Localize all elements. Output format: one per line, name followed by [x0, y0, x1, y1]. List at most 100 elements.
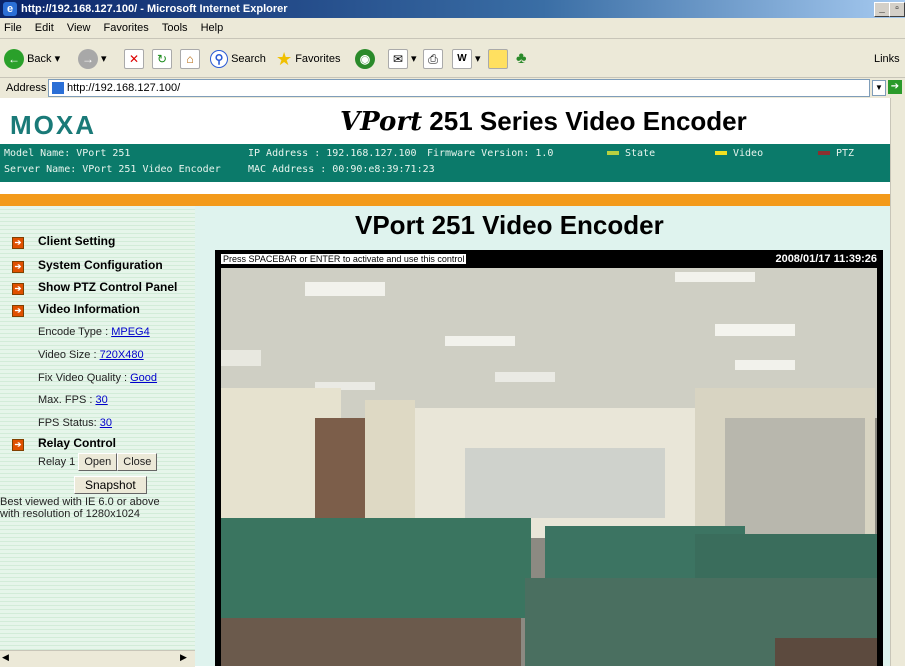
relay-close-button[interactable]: Close	[117, 453, 158, 471]
back-button[interactable]: ← Back ▾	[4, 47, 60, 71]
info-label: Encode Type :	[38, 326, 112, 338]
address-label: Address	[6, 82, 47, 94]
search-button[interactable]: ⚲ Search	[210, 47, 266, 71]
snapshot-button[interactable]: Snapshot	[74, 476, 147, 494]
device-info-bar: Model Name: VPort 251 Server Name: VPort…	[0, 144, 890, 182]
page-content: MOXA VPort 251 Series Video Encoder Mode…	[0, 98, 890, 666]
nav-video-information[interactable]: ➔ Video Information	[12, 302, 140, 317]
menu-view[interactable]: View	[67, 22, 91, 34]
arrow-icon: ➔	[12, 439, 24, 451]
fix-quality-link[interactable]: Good	[130, 372, 157, 384]
spacer	[0, 182, 890, 194]
menu-edit[interactable]: Edit	[35, 22, 54, 34]
info-label: Fix Video Quality :	[38, 372, 131, 384]
favorites-button[interactable]: ★ Favorites	[276, 47, 340, 71]
menu-tools[interactable]: Tools	[162, 22, 188, 34]
media-icon: ◉	[355, 49, 375, 70]
firmware-version: Firmware Version: 1.0	[427, 148, 554, 159]
server-name: Server Name: VPort 251 Video Encoder	[4, 164, 221, 175]
max-fps-link[interactable]: 30	[95, 394, 107, 406]
mac-address: MAC Address : 00:90:e8:39:71:23	[248, 164, 435, 175]
back-arrow-icon: ←	[4, 49, 24, 70]
edit-button[interactable]: W ▾	[452, 47, 481, 71]
fix-video-quality: Fix Video Quality : Good	[38, 372, 157, 384]
menu-help[interactable]: Help	[201, 22, 224, 34]
nav-label: Video Information	[38, 302, 140, 316]
menu-favorites[interactable]: Favorites	[104, 22, 149, 34]
vport-brand: VPort	[340, 107, 423, 137]
main-panel: VPort 251 Video Encoder Press SPACEBAR o…	[195, 206, 890, 666]
state-indicator: State	[607, 148, 655, 159]
nav-label: Client Setting	[38, 234, 116, 248]
refresh-button[interactable]: ↻	[152, 47, 172, 71]
sidebar: ➔ Client Setting ➔ System Configuration ➔ S…	[0, 206, 195, 666]
product-title: VPort 251 Series Video Encoder	[340, 106, 747, 137]
word-icon: W	[452, 49, 472, 70]
activate-tooltip: Press SPACEBAR or ENTER to activate and …	[221, 254, 467, 264]
menu-bar: File Edit View Favorites Tools Help	[0, 18, 905, 39]
search-label: Search	[231, 53, 266, 65]
moxa-logo: MOXA	[10, 110, 96, 140]
restore-button[interactable]: ▫	[889, 2, 905, 17]
video-led-icon	[715, 151, 727, 155]
nav-show-ptz[interactable]: ➔ Show PTZ Control Panel	[12, 280, 177, 295]
stop-button[interactable]: ✕	[124, 47, 144, 71]
max-fps: Max. FPS : 30	[38, 394, 108, 406]
notes-button[interactable]	[488, 47, 508, 71]
links-label[interactable]: Links	[874, 47, 900, 71]
toolbar: ← Back ▾ → ▾ ✕ ↻ ⌂ ⚲ Search ★ Favorites …	[0, 39, 905, 78]
messenger-button[interactable]: ♣	[516, 47, 527, 71]
mail-icon: ✉	[388, 49, 408, 70]
video-size-link[interactable]: 720X480	[100, 349, 144, 361]
address-dropdown-icon[interactable]: ▼	[872, 80, 886, 96]
arrow-icon: ➔	[12, 283, 24, 295]
page-icon	[52, 82, 64, 94]
info-label: Max. FPS :	[38, 394, 96, 406]
nav-client-setting[interactable]: ➔ Client Setting	[12, 234, 115, 249]
window-title: http://192.168.127.100/ - Microsoft Inte…	[21, 3, 288, 15]
home-icon: ⌂	[180, 49, 200, 70]
menu-file[interactable]: File	[4, 22, 22, 34]
video-stream[interactable]	[215, 268, 883, 666]
address-url: http://192.168.127.100/	[67, 82, 181, 94]
nav-label: System Configuration	[38, 258, 163, 272]
favorites-label: Favorites	[295, 53, 341, 65]
media-button[interactable]: ◉	[355, 47, 375, 71]
snapshot-row: Snapshot	[74, 476, 147, 494]
scroll-right-icon[interactable]: ▶	[180, 652, 187, 663]
forward-arrow-icon: →	[78, 49, 98, 70]
state-label: State	[625, 148, 656, 159]
arrow-icon: ➔	[12, 305, 24, 317]
go-icon[interactable]: ➔	[888, 80, 902, 94]
ip-address: IP Address : 192.168.127.100	[248, 148, 417, 159]
vertical-scrollbar[interactable]	[890, 98, 905, 666]
relay-open-button[interactable]: Open	[78, 453, 118, 471]
video-title: VPort 251 Video Encoder	[355, 210, 664, 240]
minimize-button[interactable]: _	[874, 2, 890, 17]
nav-system-configuration[interactable]: ➔ System Configuration	[12, 258, 163, 273]
title-bar: e http://192.168.127.100/ - Microsoft Int…	[0, 0, 905, 18]
nav-relay-control[interactable]: ➔ Relay Control	[12, 436, 116, 451]
print-button[interactable]: ⎙	[423, 47, 443, 71]
nav-label: Show PTZ Control Panel	[38, 280, 178, 294]
relay-1-label: Relay 1	[38, 455, 76, 468]
back-label: Back	[27, 53, 52, 65]
printer-icon: ⎙	[423, 49, 443, 70]
video-indicator: Video	[715, 148, 763, 159]
mail-button[interactable]: ✉ ▾	[388, 47, 417, 71]
forward-button[interactable]: → ▾	[78, 47, 107, 71]
fps-status: FPS Status: 30	[38, 417, 112, 429]
arrow-icon: ➔	[12, 261, 24, 273]
relay-1-row: Relay 1 Open Close	[38, 453, 158, 471]
address-input[interactable]: http://192.168.127.100/	[48, 79, 870, 97]
orange-divider	[0, 194, 890, 206]
video-label: Video	[733, 148, 764, 159]
sidebar-horizontal-scrollbar[interactable]: ◀ ▶	[0, 650, 195, 667]
info-label: FPS Status:	[38, 417, 100, 429]
scroll-left-icon[interactable]: ◀	[2, 652, 9, 663]
home-button[interactable]: ⌂	[180, 47, 200, 71]
model-name: Model Name: VPort 251	[4, 148, 131, 159]
video-status-bar: Press SPACEBAR or ENTER to activate and …	[215, 250, 883, 268]
fps-status-link[interactable]: 30	[100, 417, 112, 429]
encode-type-link[interactable]: MPEG4	[111, 326, 150, 338]
